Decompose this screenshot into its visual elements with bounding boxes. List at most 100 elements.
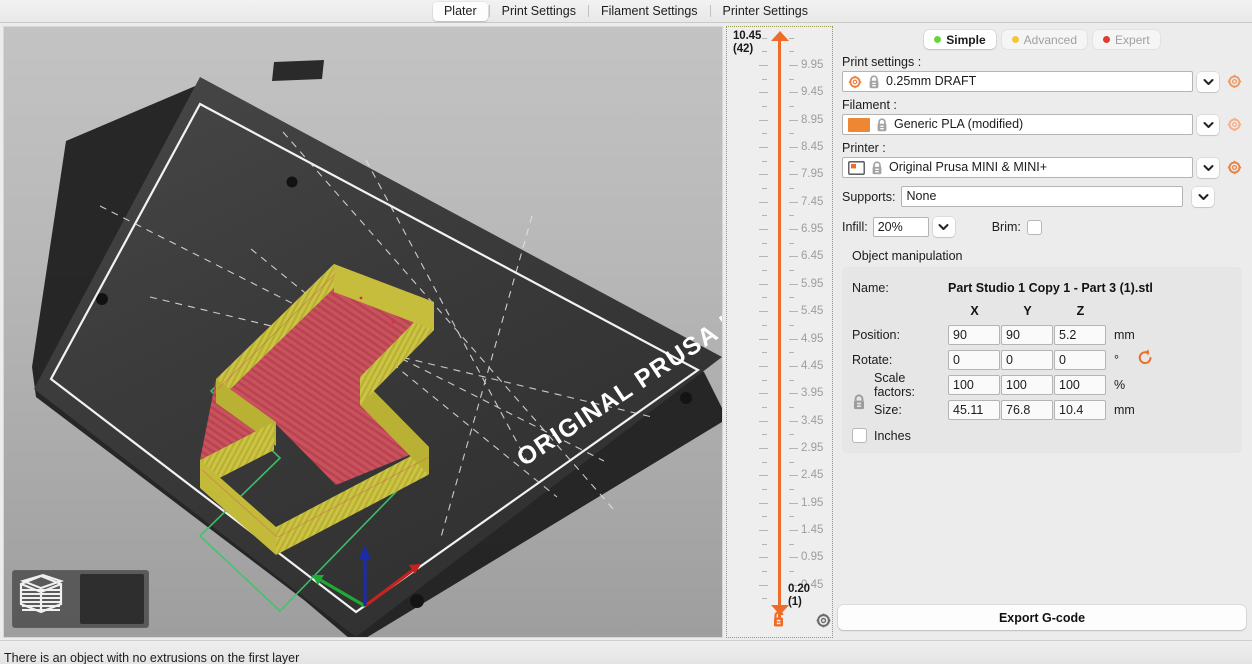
- layer-slider-minor-tick: [762, 352, 767, 353]
- position-x-input[interactable]: 90: [948, 325, 1000, 345]
- layer-slider-tick-label: 7.45: [801, 197, 823, 208]
- filament-row: Generic PLA (modified): [836, 114, 1248, 135]
- axis-header-x: X: [948, 304, 1001, 318]
- one-layer-lock-button[interactable]: [771, 609, 788, 633]
- layer-slider-tick: [759, 366, 768, 367]
- layer-slider-bottom-layer: (1): [788, 596, 810, 609]
- printer-label: Printer :: [842, 141, 1248, 155]
- rotate-x-input[interactable]: 0: [948, 350, 1000, 370]
- supports-value: None: [907, 187, 937, 206]
- layer-slider-minor-tick: [762, 133, 767, 134]
- printer-edit-button[interactable]: [1224, 158, 1244, 178]
- view-mode-preview-button[interactable]: [80, 574, 144, 624]
- layer-slider-tick: [759, 503, 768, 504]
- tab-print-settings[interactable]: Print Settings: [491, 2, 587, 21]
- print-settings-label: Print settings :: [842, 55, 1248, 69]
- chevron-down-icon: [938, 223, 949, 231]
- layer-slider-minor-tick: [789, 544, 794, 545]
- layer-slider-tick: [789, 366, 798, 367]
- layer-slider-tick-label: 8.95: [801, 115, 823, 126]
- scale-z-input[interactable]: 100: [1054, 375, 1106, 395]
- layer-slider-minor-tick: [789, 297, 794, 298]
- supports-combobox[interactable]: None: [901, 186, 1183, 207]
- filament-value: Generic PLA (modified): [894, 115, 1023, 134]
- layer-slider-minor-tick: [762, 380, 767, 381]
- layer-slider-tick: [759, 448, 768, 449]
- layer-slider-minor-tick: [789, 243, 794, 244]
- mode-expert-button[interactable]: Expert: [1093, 30, 1160, 49]
- object-name-label: Name:: [852, 281, 948, 295]
- print-settings-edit-button[interactable]: [1224, 72, 1244, 92]
- view-mode-toolbar[interactable]: [12, 570, 149, 628]
- layer-slider-tick: [759, 475, 768, 476]
- layer-slider-settings-button[interactable]: [816, 613, 831, 633]
- layer-slider-tick-label: 5.45: [801, 306, 823, 317]
- position-label: Position:: [852, 328, 948, 342]
- filament-dropdown-button[interactable]: [1197, 115, 1219, 135]
- size-z-input[interactable]: 10.4: [1054, 400, 1106, 420]
- printer-dropdown-button[interactable]: [1197, 158, 1219, 178]
- uniform-scale-lock-button[interactable]: [852, 394, 866, 415]
- layer-slider-tick: [789, 475, 798, 476]
- layer-slider-tick: [759, 339, 768, 340]
- supports-dropdown-button[interactable]: [1192, 187, 1214, 207]
- layer-slider-minor-tick: [762, 297, 767, 298]
- layer-slider-tick-label: 0.95: [801, 552, 823, 563]
- layer-slider-minor-tick: [789, 51, 794, 52]
- scale-factors-label: Scale factors:: [852, 371, 948, 399]
- printer-combobox[interactable]: Original Prusa MINI & MINI+: [842, 157, 1193, 178]
- 3d-viewport[interactable]: ORIGINAL PRUSA MINI: [3, 26, 723, 638]
- layer-slider-minor-tick: [789, 380, 794, 381]
- layer-slider-upper-handle[interactable]: [771, 31, 789, 41]
- layer-slider-tick: [759, 202, 768, 203]
- inches-checkbox[interactable]: [852, 428, 867, 443]
- brim-checkbox[interactable]: [1027, 220, 1042, 235]
- tab-filament-settings[interactable]: Filament Settings: [590, 2, 709, 21]
- layer-slider-tick: [789, 229, 798, 230]
- filament-combobox[interactable]: Generic PLA (modified): [842, 114, 1193, 135]
- position-y-input[interactable]: 90: [1001, 325, 1053, 345]
- layer-slider-tick-label: 7.95: [801, 169, 823, 180]
- status-bar: There is an object with no extrusions on…: [0, 640, 1252, 664]
- mode-simple-button[interactable]: Simple: [924, 30, 995, 49]
- infill-combobox[interactable]: 20%: [873, 217, 929, 237]
- reset-rotation-icon: [1136, 348, 1155, 367]
- layer-slider-track[interactable]: [778, 41, 781, 619]
- layer-slider-minor-tick: [789, 489, 794, 490]
- layer-slider-panel[interactable]: 10.45 (42) 9.959.458.958.457.957.456.956…: [726, 26, 833, 638]
- layer-slider-tick-label: 3.95: [801, 388, 823, 399]
- size-y-input[interactable]: 76.8: [1001, 400, 1053, 420]
- export-gcode-button[interactable]: Export G-code: [838, 605, 1246, 630]
- layer-slider-minor-tick: [762, 215, 767, 216]
- rotate-y-input[interactable]: 0: [1001, 350, 1053, 370]
- layer-slider-minor-tick: [762, 243, 767, 244]
- infill-dropdown-button[interactable]: [933, 217, 955, 237]
- layer-slider-tick: [759, 229, 768, 230]
- chevron-down-icon: [1203, 121, 1214, 129]
- layer-slider-minor-tick: [789, 215, 794, 216]
- rotate-z-input[interactable]: 0: [1054, 350, 1106, 370]
- layer-slider-tick-label: 4.45: [801, 361, 823, 372]
- layer-slider-tick: [789, 120, 798, 121]
- filament-edit-button[interactable]: [1224, 115, 1244, 135]
- scale-x-input[interactable]: 100: [948, 375, 1000, 395]
- axis-header-y: Y: [1001, 304, 1054, 318]
- object-manipulation-title: Object manipulation: [852, 249, 1248, 263]
- position-z-input[interactable]: 5.2: [1054, 325, 1106, 345]
- layer-slider-minor-tick: [762, 38, 767, 39]
- layer-slider-tick-label: 9.45: [801, 87, 823, 98]
- size-x-input[interactable]: 45.11: [948, 400, 1000, 420]
- reset-rotation-button[interactable]: [1136, 348, 1155, 372]
- layer-slider-minor-tick: [789, 571, 794, 572]
- layer-slider-tick: [789, 147, 798, 148]
- print-settings-dropdown-button[interactable]: [1197, 72, 1219, 92]
- mode-advanced-button[interactable]: Advanced: [1002, 30, 1087, 49]
- print-settings-combobox[interactable]: 0.25mm DRAFT: [842, 71, 1193, 92]
- scale-y-input[interactable]: 100: [1001, 375, 1053, 395]
- mode-selector: Simple Advanced Expert: [836, 26, 1248, 49]
- tab-printer-settings[interactable]: Printer Settings: [712, 2, 819, 21]
- object-name-row: Name: Part Studio 1 Copy 1 - Part 3 (1).…: [852, 275, 1232, 300]
- tab-plater[interactable]: Plater: [433, 2, 488, 21]
- layer-slider-tick: [759, 65, 768, 66]
- mode-advanced-label: Advanced: [1024, 33, 1077, 47]
